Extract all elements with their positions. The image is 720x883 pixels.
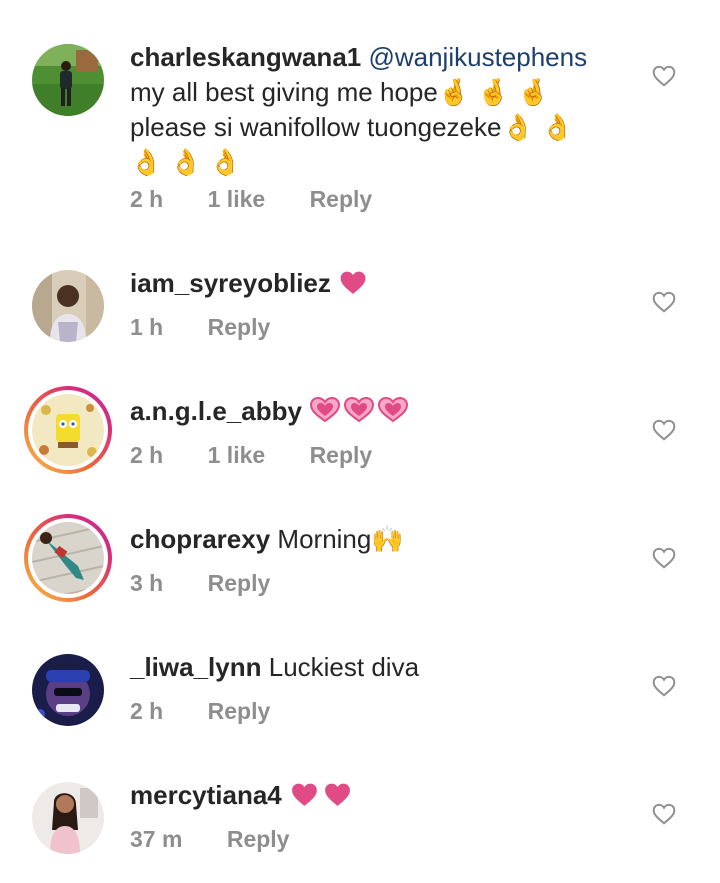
comment-username[interactable]: charleskangwana1 bbox=[130, 42, 361, 72]
reply-button[interactable]: Reply bbox=[208, 698, 271, 725]
like-heart-icon[interactable] bbox=[651, 545, 677, 571]
heart-emoji-icon bbox=[338, 269, 368, 304]
comment-timestamp: 2 h bbox=[130, 442, 164, 468]
comment-username[interactable]: choprarexy bbox=[130, 524, 270, 554]
avatar-photo bbox=[32, 270, 104, 342]
reply-button[interactable]: Reply bbox=[208, 570, 271, 597]
comment-text-line: please si wanifollow tuongezeke👌 👌 bbox=[130, 112, 574, 142]
comment-timestamp: 1 h bbox=[130, 314, 164, 340]
comment-timestamp: 3 h bbox=[130, 570, 164, 596]
comment-text: Morning🙌 bbox=[277, 524, 404, 554]
avatar-photo bbox=[32, 394, 104, 466]
comment-text: Luckiest diva bbox=[268, 652, 420, 682]
avatar[interactable] bbox=[32, 782, 104, 854]
comment-timestamp: 37 m bbox=[130, 826, 183, 852]
avatar-photo bbox=[32, 782, 104, 854]
like-heart-icon[interactable] bbox=[651, 673, 677, 699]
comment-username[interactable]: _liwa_lynn bbox=[130, 652, 262, 682]
like-heart-icon[interactable] bbox=[651, 417, 677, 443]
reply-button[interactable]: Reply bbox=[310, 186, 373, 213]
like-heart-icon[interactable] bbox=[651, 63, 677, 89]
comment-like-count[interactable]: 1 like bbox=[208, 442, 266, 469]
comment-username[interactable]: iam_syreyobliez bbox=[130, 268, 331, 298]
comment-text-line: my all best giving me hope🤞 🤞 🤞 bbox=[130, 77, 550, 107]
comment-text-line: 👌 👌 👌 bbox=[130, 147, 242, 177]
avatar[interactable] bbox=[32, 44, 104, 116]
reply-button[interactable]: Reply bbox=[227, 826, 290, 853]
comment-timestamp: 2 h bbox=[130, 186, 164, 212]
comment-mention[interactable]: @wanjikustephens bbox=[368, 42, 587, 72]
comment-timestamp: 2 h bbox=[130, 698, 164, 724]
like-heart-icon[interactable] bbox=[651, 289, 677, 315]
avatar-photo bbox=[32, 44, 104, 116]
comment-username[interactable]: mercytiana4 bbox=[130, 780, 282, 810]
reply-button[interactable]: Reply bbox=[310, 442, 373, 469]
reply-button[interactable]: Reply bbox=[208, 314, 271, 341]
comment-username[interactable]: a.n.g.l.e_abby bbox=[130, 396, 302, 426]
avatar[interactable] bbox=[32, 270, 104, 342]
like-heart-icon[interactable] bbox=[651, 801, 677, 827]
sparkling-heart-emoji-icon bbox=[309, 395, 411, 432]
avatar-photo bbox=[32, 654, 104, 726]
avatar-photo bbox=[32, 522, 104, 594]
comment-like-count[interactable]: 1 like bbox=[208, 186, 266, 213]
heart-emoji-icon bbox=[289, 781, 353, 816]
avatar-story-ring[interactable] bbox=[24, 386, 112, 474]
avatar-story-ring[interactable] bbox=[24, 514, 112, 602]
avatar[interactable] bbox=[32, 654, 104, 726]
